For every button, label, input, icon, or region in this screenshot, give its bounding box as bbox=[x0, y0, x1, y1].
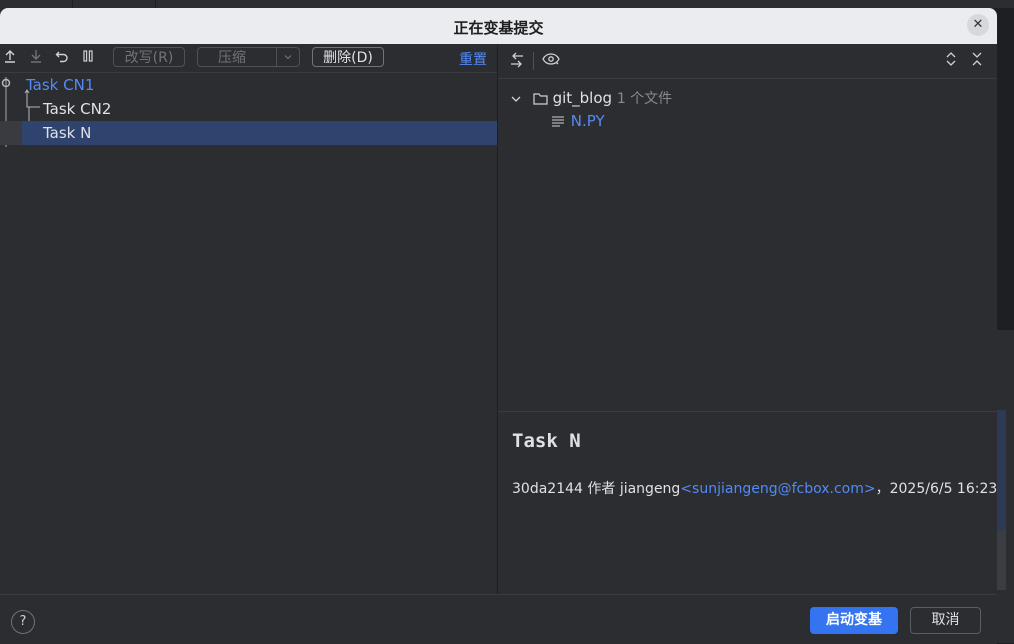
file-row[interactable]: N.PY bbox=[552, 112, 605, 130]
commit-label: Task CN2 bbox=[43, 100, 112, 118]
toolbar-divider bbox=[533, 52, 534, 70]
author-email[interactable]: <sunjiangeng@fcbox.com> bbox=[680, 481, 875, 497]
changed-files-tree: git_blog 1 个文件 N.PY bbox=[498, 79, 997, 412]
close-button[interactable]: ✕ bbox=[967, 14, 989, 36]
folder-row[interactable]: git_blog 1 个文件 bbox=[510, 88, 672, 108]
changes-pane: git_blog 1 个文件 N.PY Task N 30da2144 作者 j… bbox=[498, 44, 997, 594]
commit-list-pane: 改写(R) 压缩 删除(D) 重置 Task CN1 Task CN2 Task… bbox=[0, 44, 498, 594]
author-prefix: 作者 bbox=[587, 481, 616, 497]
folder-icon bbox=[533, 89, 553, 107]
rebase-dialog: 正在变基提交 ✕ 改写(R) 压缩 删除(D) 重置 Task CN1 Task… bbox=[0, 8, 997, 644]
help-icon[interactable]: ? bbox=[11, 610, 35, 634]
commit-date: 2025/6/5 16:23 bbox=[889, 481, 998, 497]
compare-icon[interactable] bbox=[508, 52, 526, 70]
pause-icon[interactable] bbox=[79, 49, 97, 67]
background-app-panel bbox=[997, 330, 1014, 643]
reset-link[interactable]: 重置 bbox=[459, 49, 487, 69]
squash-dropdown[interactable]: 压缩 bbox=[197, 47, 300, 67]
commit-label: Task N bbox=[43, 124, 92, 142]
dialog-footer: ? 启动变基 取消 bbox=[0, 594, 997, 644]
commit-meta: 30da2144 作者 jiangeng<sunjiangeng@fcbox.c… bbox=[512, 478, 997, 498]
collapse-all-icon[interactable] bbox=[968, 52, 986, 70]
row-gutter bbox=[0, 121, 22, 145]
eye-icon[interactable] bbox=[542, 52, 560, 70]
commit-row[interactable]: Task CN2 bbox=[0, 97, 497, 121]
commit-row-selected[interactable]: Task N bbox=[0, 121, 497, 145]
chevron-down-icon[interactable] bbox=[510, 89, 527, 107]
cancel-button[interactable]: 取消 bbox=[910, 607, 981, 634]
chevron-down-icon[interactable] bbox=[276, 48, 299, 66]
reword-button[interactable]: 改写(R) bbox=[113, 47, 185, 67]
commit-row[interactable]: Task CN1 bbox=[0, 73, 497, 97]
commit-label: Task CN1 bbox=[26, 76, 95, 94]
start-rebase-button[interactable]: 启动变基 bbox=[810, 607, 898, 634]
date-separator: ， bbox=[875, 481, 890, 497]
dialog-title: 正在变基提交 bbox=[453, 19, 544, 37]
background-field bbox=[997, 530, 1006, 590]
undo-icon[interactable] bbox=[53, 49, 71, 67]
move-down-icon[interactable] bbox=[27, 49, 45, 67]
changes-toolbar bbox=[498, 44, 997, 79]
dialog-titlebar: 正在变基提交 ✕ bbox=[0, 8, 997, 44]
commit-title: Task N bbox=[512, 430, 581, 452]
folder-name: git_blog bbox=[552, 89, 613, 107]
delete-button[interactable]: 删除(D) bbox=[312, 47, 384, 67]
text-file-icon bbox=[552, 112, 569, 130]
rebase-toolbar: 改写(R) 压缩 删除(D) 重置 bbox=[0, 44, 497, 73]
commit-hash[interactable]: 30da2144 bbox=[512, 481, 583, 497]
author-name: jiangeng bbox=[619, 481, 681, 497]
squash-label: 压缩 bbox=[218, 50, 246, 66]
commit-list: Task CN1 Task CN2 Task N bbox=[0, 73, 497, 147]
file-name: N.PY bbox=[570, 112, 605, 130]
move-up-icon[interactable] bbox=[1, 49, 19, 67]
background-app-topbar bbox=[0, 0, 1014, 8]
commit-details: Task N 30da2144 作者 jiangeng<sunjiangeng@… bbox=[498, 412, 997, 594]
file-count: 1 个文件 bbox=[616, 91, 673, 107]
background-tab bbox=[75, 0, 156, 8]
background-tab bbox=[0, 0, 73, 8]
expand-all-icon[interactable] bbox=[942, 52, 960, 70]
